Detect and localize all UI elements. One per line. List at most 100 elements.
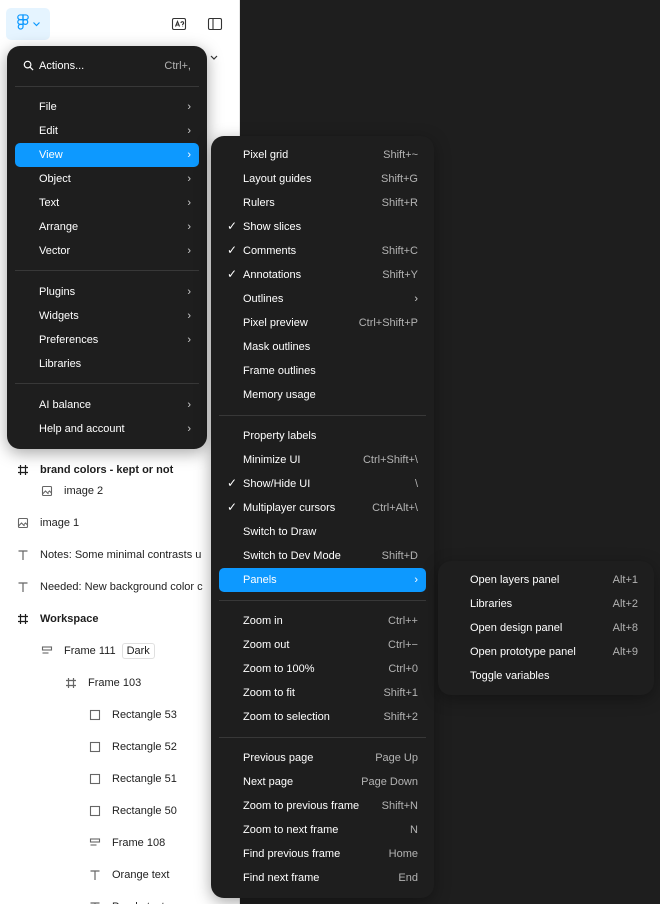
- chevron-right-icon: ›: [187, 101, 191, 113]
- actions-search-item[interactable]: Actions... Ctrl+,: [15, 54, 199, 78]
- view-menu-item-memory-usage[interactable]: Memory usage: [219, 383, 426, 407]
- layer-row[interactable]: Purple text: [0, 893, 239, 904]
- view-menu-item-next-page[interactable]: Next page Page Down: [219, 770, 426, 794]
- main-menu-item-vector[interactable]: Vector ›: [15, 239, 199, 263]
- view-menu-item-zoom-to-fit[interactable]: Zoom to fit Shift+1: [219, 681, 426, 705]
- layer-row[interactable]: Rectangle 53: [0, 701, 239, 729]
- main-menu-button[interactable]: [6, 8, 50, 40]
- view-menu-item-show-hide-ui[interactable]: ✓ Show/Hide UI \: [219, 472, 426, 496]
- view-menu-item-find-previous-frame[interactable]: Find previous frame Home: [219, 842, 426, 866]
- layer-name: Frame 111: [64, 645, 116, 657]
- main-menu-item-label: AI balance: [39, 399, 91, 411]
- layer-name: Workspace: [40, 613, 99, 625]
- layer-row[interactable]: Needed: New background color c: [0, 573, 239, 601]
- view-menu-item-multiplayer-cursors[interactable]: ✓ Multiplayer cursors Ctrl+Alt+\: [219, 496, 426, 520]
- layer-row[interactable]: Frame 103: [0, 669, 239, 697]
- view-submenu: Pixel grid Shift+~ Layout guides Shift+G Rul…: [211, 136, 434, 898]
- view-menu-item-rulers[interactable]: Rulers Shift+R: [219, 191, 426, 215]
- chevron-right-icon: ›: [187, 245, 191, 257]
- menu-divider: [219, 737, 426, 738]
- view-menu-item-shortcut: Ctrl+Shift+P: [358, 317, 418, 329]
- view-menu-item-zoom-to-100[interactable]: Zoom to 100% Ctrl+0: [219, 657, 426, 681]
- view-menu-item-shortcut: End: [398, 872, 418, 884]
- panels-menu-item-open-prototype-panel[interactable]: Open prototype panel Alt+9: [446, 640, 646, 664]
- view-menu-item-label: Zoom to next frame: [243, 824, 339, 836]
- panels-menu-item-open-design-panel[interactable]: Open design panel Alt+8: [446, 616, 646, 640]
- view-menu-item-shortcut: Shift+~: [383, 149, 418, 161]
- view-menu-item-property-labels[interactable]: Property labels: [219, 424, 426, 448]
- view-menu-item-pixel-preview[interactable]: Pixel preview Ctrl+Shift+P: [219, 311, 426, 335]
- view-menu-item-layout-guides[interactable]: Layout guides Shift+G: [219, 167, 426, 191]
- view-menu-item-switch-to-dev-mode[interactable]: Switch to Dev Mode Shift+D: [219, 544, 426, 568]
- layer-name: Rectangle 53: [112, 709, 177, 721]
- main-menu-item-text[interactable]: Text ›: [15, 191, 199, 215]
- view-menu-item-frame-outlines[interactable]: Frame outlines: [219, 359, 426, 383]
- chevron-right-icon: ›: [187, 423, 191, 435]
- main-menu-item-ai-balance[interactable]: AI balance ›: [15, 393, 199, 417]
- main-menu-item-widgets[interactable]: Widgets ›: [15, 304, 199, 328]
- top-bar: [0, 0, 239, 60]
- layer-row[interactable]: image 1: [0, 509, 239, 537]
- layer-row[interactable]: Frame 111 Dark: [0, 637, 239, 665]
- panels-menu-item-label: Open layers panel: [470, 574, 560, 586]
- main-menu-item-label: Vector: [39, 245, 71, 257]
- view-menu-item-annotations[interactable]: ✓ Annotations Shift+Y: [219, 263, 426, 287]
- layer-name: Frame 103: [88, 677, 142, 689]
- view-menu-item-switch-to-draw[interactable]: Switch to Draw: [219, 520, 426, 544]
- checkmark-icon: ✓: [227, 243, 238, 257]
- view-menu-item-outlines[interactable]: Outlines ›: [219, 287, 426, 311]
- main-menu-item-label: Libraries: [39, 358, 82, 370]
- view-menu-item-panels[interactable]: Panels ›: [219, 568, 426, 592]
- view-menu-item-find-next-frame[interactable]: Find next frame End: [219, 866, 426, 890]
- layer-row[interactable]: image 2: [0, 477, 239, 505]
- layer-row[interactable]: Rectangle 52: [0, 733, 239, 761]
- layer-name: Rectangle 51: [112, 773, 177, 785]
- view-menu-item-minimize-ui[interactable]: Minimize UI Ctrl+Shift+\: [219, 448, 426, 472]
- layer-row[interactable]: Rectangle 51: [0, 765, 239, 793]
- panels-menu-item-open-layers-panel[interactable]: Open layers panel Alt+1: [446, 568, 646, 592]
- main-menu-item-label: Widgets: [39, 310, 79, 322]
- menu-divider: [219, 600, 426, 601]
- main-menu-item-object[interactable]: Object ›: [15, 167, 199, 191]
- view-menu-item-zoom-to-previous-frame[interactable]: Zoom to previous frame Shift+N: [219, 794, 426, 818]
- view-menu-item-zoom-to-next-frame[interactable]: Zoom to next frame N: [219, 818, 426, 842]
- ai-text-icon[interactable]: [171, 16, 187, 32]
- view-menu-item-show-slices[interactable]: ✓ Show slices: [219, 215, 426, 239]
- menu-divider: [219, 415, 426, 416]
- layer-row[interactable]: Workspace: [0, 605, 239, 633]
- view-menu-item-label: Property labels: [243, 430, 317, 442]
- main-menu-item-edit[interactable]: Edit ›: [15, 119, 199, 143]
- view-menu-item-mask-outlines[interactable]: Mask outlines: [219, 335, 426, 359]
- chevron-down-icon[interactable]: [210, 52, 218, 64]
- view-menu-item-shortcut: Ctrl+0: [388, 663, 418, 675]
- frame-icon: [16, 463, 30, 477]
- view-menu-item-label: Memory usage: [243, 389, 316, 401]
- main-menu-item-preferences[interactable]: Preferences ›: [15, 328, 199, 352]
- view-menu-item-previous-page[interactable]: Previous page Page Up: [219, 746, 426, 770]
- layer-row[interactable]: Orange text: [0, 861, 239, 889]
- main-menu-item-view[interactable]: View ›: [15, 143, 199, 167]
- layer-row[interactable]: Notes: Some minimal contrasts u: [0, 541, 239, 569]
- view-menu-item-zoom-in[interactable]: Zoom in Ctrl++: [219, 609, 426, 633]
- view-menu-item-label: Zoom to previous frame: [243, 800, 360, 812]
- main-menu-item-plugins[interactable]: Plugins ›: [15, 280, 199, 304]
- main-menu-item-label: Preferences: [39, 334, 99, 346]
- panels-menu-item-toggle-variables[interactable]: Toggle variables: [446, 664, 646, 688]
- view-menu-item-comments[interactable]: ✓ Comments Shift+C: [219, 239, 426, 263]
- layer-row[interactable]: Frame 108: [0, 829, 239, 857]
- chevron-right-icon: ›: [414, 293, 418, 305]
- sidebar-toggle-icon[interactable]: [207, 16, 223, 32]
- main-menu-item-libraries[interactable]: Libraries: [15, 352, 199, 376]
- main-menu-item-help-and-account[interactable]: Help and account ›: [15, 417, 199, 441]
- view-menu-item-pixel-grid[interactable]: Pixel grid Shift+~: [219, 143, 426, 167]
- panels-menu-item-libraries[interactable]: Libraries Alt+2: [446, 592, 646, 616]
- view-menu-item-label: Pixel grid: [243, 149, 289, 161]
- menu-divider: [15, 86, 199, 87]
- main-menu-item-label: Arrange: [39, 221, 79, 233]
- view-menu-item-zoom-to-selection[interactable]: Zoom to selection Shift+2: [219, 705, 426, 729]
- layer-row[interactable]: Rectangle 50: [0, 797, 239, 825]
- view-menu-item-zoom-out[interactable]: Zoom out Ctrl+−: [219, 633, 426, 657]
- main-menu-item-arrange[interactable]: Arrange ›: [15, 215, 199, 239]
- view-menu-item-label: Zoom out: [243, 639, 290, 651]
- main-menu-item-file[interactable]: File ›: [15, 95, 199, 119]
